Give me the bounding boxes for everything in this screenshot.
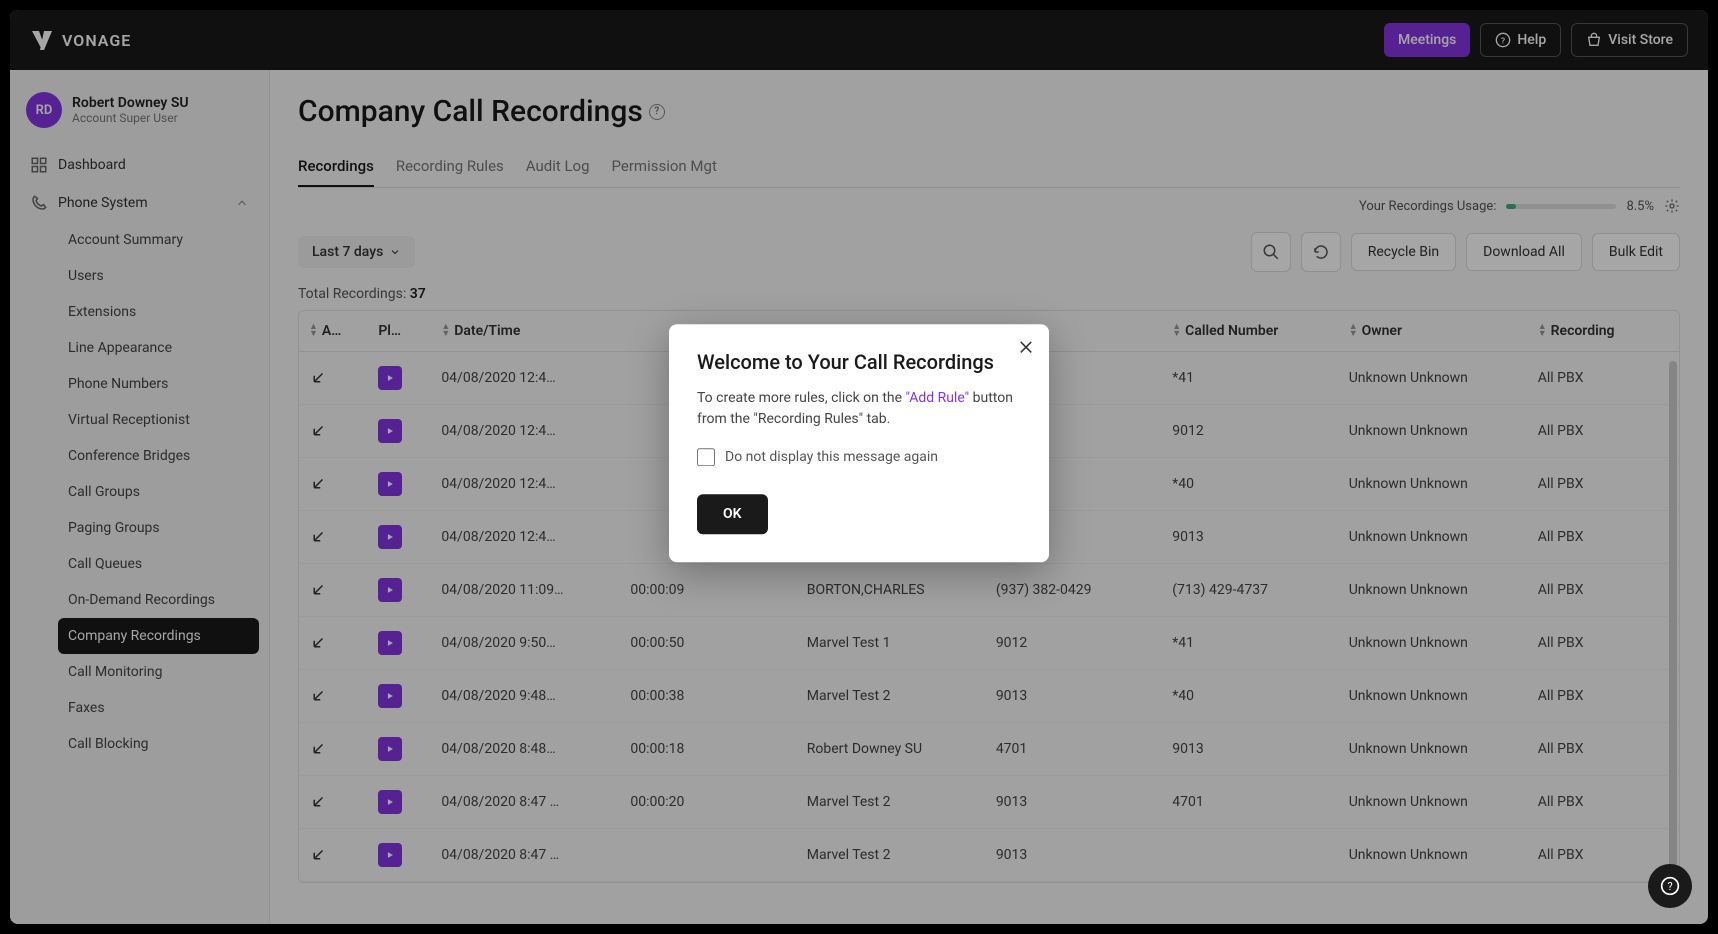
dont-show-input[interactable]: [697, 448, 715, 466]
close-icon: [1017, 338, 1035, 356]
modal-body: To create more rules, click on the "Add …: [697, 388, 1021, 430]
add-rule-link: "Add Rule": [906, 390, 970, 406]
help-fab[interactable]: ?: [1648, 864, 1692, 908]
dont-show-checkbox[interactable]: Do not display this message again: [697, 448, 1021, 466]
question-icon: ?: [1660, 876, 1680, 896]
ok-button[interactable]: OK: [697, 494, 768, 534]
modal-title: Welcome to Your Call Recordings: [697, 350, 1021, 374]
welcome-modal: Welcome to Your Call Recordings To creat…: [669, 324, 1049, 562]
svg-text:?: ?: [1667, 880, 1672, 893]
close-button[interactable]: [1017, 338, 1035, 356]
